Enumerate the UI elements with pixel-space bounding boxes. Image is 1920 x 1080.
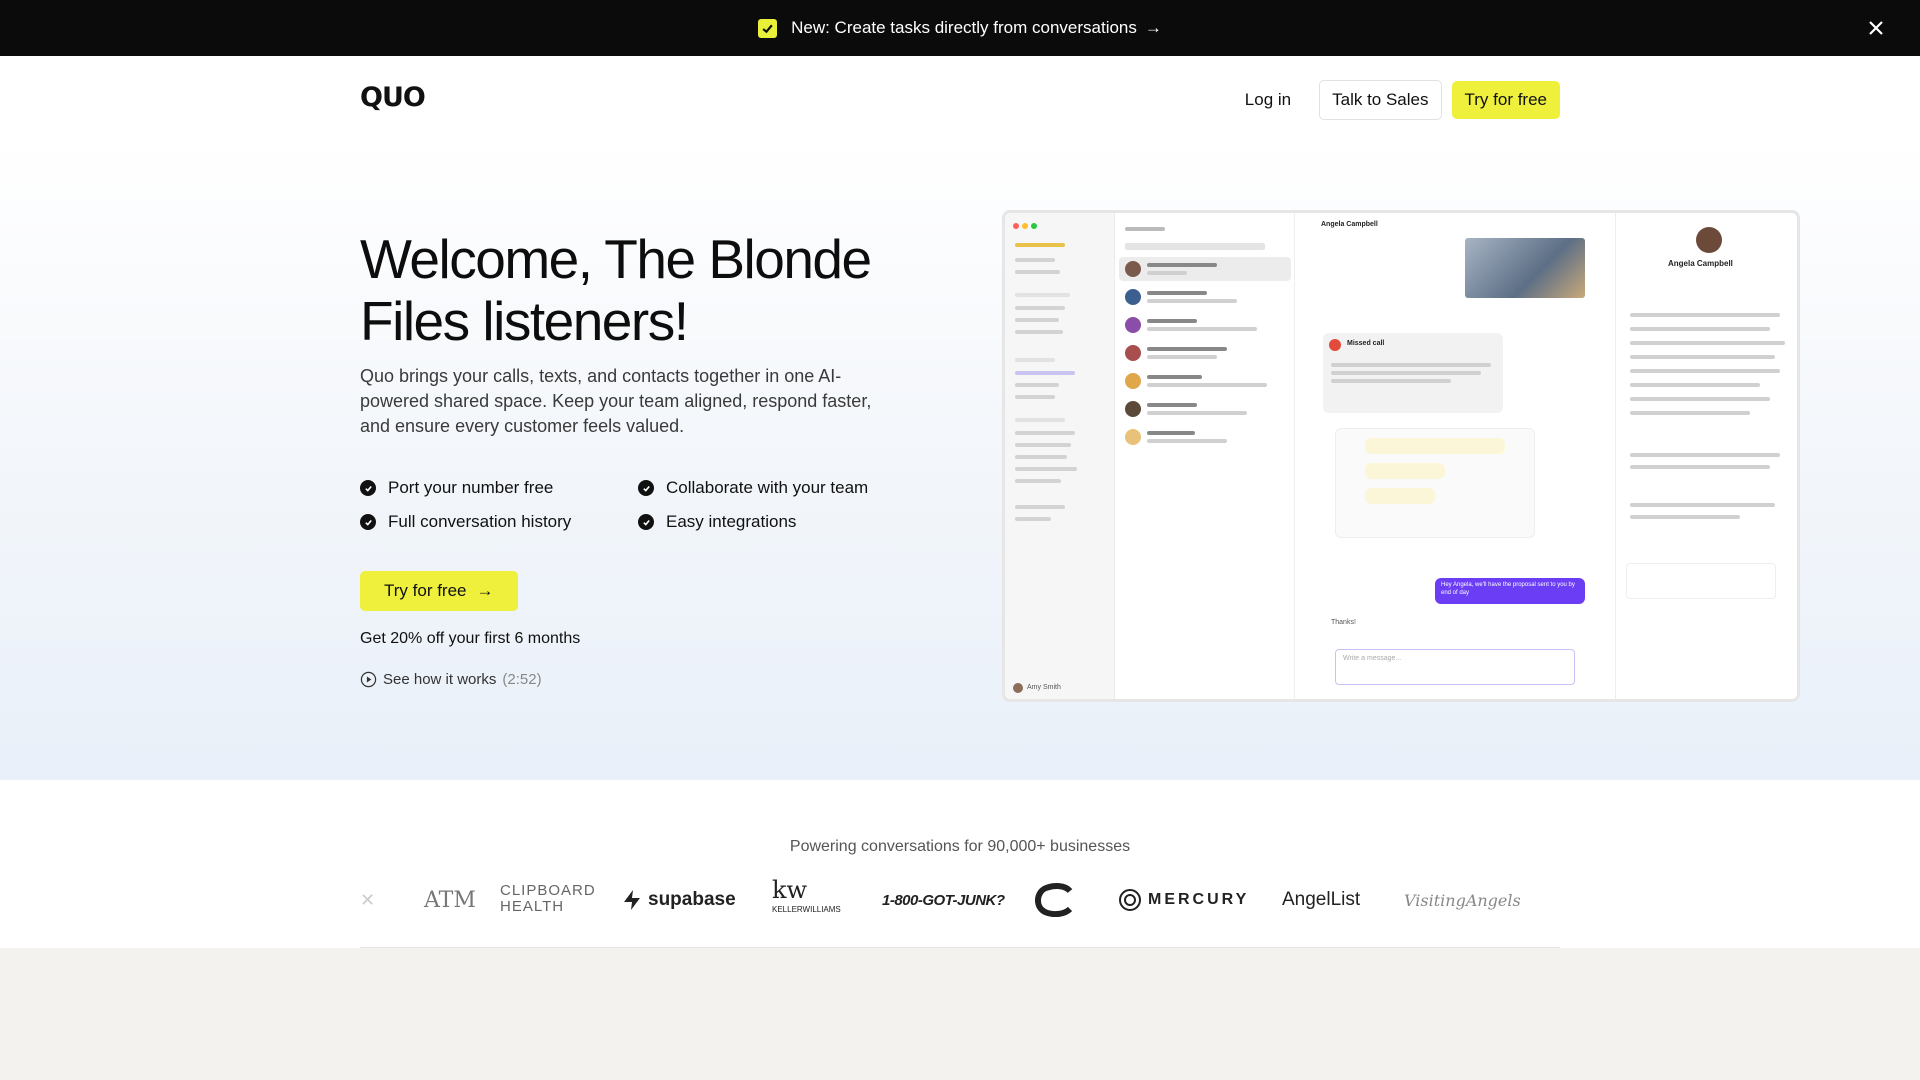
chicago-logo xyxy=(1032,880,1078,920)
mock-contact-profile: Angela Campbell xyxy=(1615,213,1797,699)
mock-reply: Thanks! xyxy=(1331,619,1356,626)
check-circle-icon xyxy=(638,480,654,496)
kw-mark: kw xyxy=(772,876,808,904)
angellist-logo: AngelList xyxy=(1282,889,1361,910)
checkbox-icon xyxy=(758,18,778,38)
visiting-angels-logo: VisitingAngels xyxy=(1404,890,1521,910)
try-free-header-button[interactable]: Try for free xyxy=(1451,81,1560,119)
check-circle-icon xyxy=(360,514,376,530)
mock-chat-thread: Angela Campbell Missed call Hey Angela, … xyxy=(1295,213,1615,699)
arrow-right-icon: → xyxy=(1144,18,1162,37)
supabase-logo: supabase xyxy=(622,880,736,920)
feature-item: Full conversation history xyxy=(360,512,638,532)
header-nav: Log in Talk to Sales Try for free xyxy=(1231,80,1560,120)
login-link[interactable]: Log in xyxy=(1231,81,1305,119)
keller-williams-logo: kw KELLERWILLIAMS xyxy=(772,876,841,920)
hero-title: Welcome, The Blonde Files listeners! xyxy=(360,228,872,352)
arrow-right-icon: → xyxy=(476,581,494,600)
supabase-word: supabase xyxy=(648,889,736,910)
mock-user-name: Amy Smith xyxy=(1027,684,1061,691)
talk-to-sales-button[interactable]: Talk to Sales xyxy=(1319,80,1442,120)
mock-conversation-list xyxy=(1115,213,1295,699)
feature-item: Easy integrations xyxy=(638,512,898,532)
page-bottom xyxy=(0,948,1920,1080)
mercury-word: MERCURY xyxy=(1148,891,1250,908)
see-how-label: See how it works xyxy=(383,671,497,688)
video-duration: (2:52) xyxy=(502,671,542,688)
feature-label: Collaborate with your team xyxy=(666,478,869,497)
close-icon[interactable] xyxy=(1864,16,1888,40)
hero-subtitle: Quo brings your calls, texts, and contac… xyxy=(360,366,872,436)
mock-sidebar: Amy Smith xyxy=(1005,213,1115,699)
announcement-bar[interactable]: New: Create tasks directly from conversa… xyxy=(0,0,1920,56)
announcement-text[interactable]: New: Create tasks directly from conversa… xyxy=(791,18,1137,38)
mock-message-input: Write a message... xyxy=(1343,655,1402,662)
customer-logos-section: Powering conversations for 90,000+ busin… xyxy=(0,780,1920,948)
feature-label: Full conversation history xyxy=(388,512,572,531)
feature-list: Port your number free Collaborate with y… xyxy=(360,478,920,532)
clipboard-word: CLIPBOARD xyxy=(500,882,596,899)
mercury-logo: MERCURY xyxy=(1118,880,1249,920)
feature-label: Easy integrations xyxy=(666,512,797,531)
kw-word: KELLERWILLIAMS xyxy=(772,905,841,914)
mercury-mark-icon xyxy=(1119,889,1141,911)
mock-contact-name: Angela Campbell xyxy=(1668,259,1733,268)
mock-outgoing-message: Hey Angela, we'll have the proposal sent… xyxy=(1441,582,1575,596)
got-junk-logo: 1-800-GOT-JUNK? xyxy=(882,891,1005,909)
faded-logo: ✕ xyxy=(360,889,376,910)
clipboard-health-logo: CLIPBOARD HEALTH xyxy=(500,883,596,915)
cta-label: Try for free xyxy=(384,581,467,600)
feature-label: Port your number free xyxy=(388,478,554,497)
feature-item: Collaborate with your team xyxy=(638,478,898,498)
check-circle-icon xyxy=(638,514,654,530)
mock-chat-header: Angela Campbell xyxy=(1321,221,1378,228)
texas-am-logo: ATM xyxy=(424,887,476,913)
site-header: QUO Log in Talk to Sales Try for free xyxy=(0,56,1920,140)
discount-text: Get 20% off your first 6 months xyxy=(360,630,581,647)
supabase-bolt-icon xyxy=(624,890,640,910)
feature-item: Port your number free xyxy=(360,478,638,498)
logo-row: ✕ ATM CLIPBOARD HEALTH supabase kw KELLE… xyxy=(360,876,1560,940)
c-mark-icon xyxy=(1035,883,1073,917)
play-circle-icon xyxy=(360,671,377,688)
try-free-cta-button[interactable]: Try for free → xyxy=(360,571,518,611)
hero-section: Welcome, The Blonde Files listeners! Quo… xyxy=(0,140,1920,780)
powering-heading: Powering conversations for 90,000+ busin… xyxy=(789,838,1131,855)
see-how-it-works-link[interactable]: See how it works (2:52) xyxy=(360,671,542,688)
mock-missed-call: Missed call xyxy=(1347,340,1385,347)
check-circle-icon xyxy=(360,480,376,496)
quo-logo[interactable]: QUO xyxy=(360,82,426,113)
app-screenshot: Amy Smith Angela Campbell Missed call He… xyxy=(1002,210,1800,702)
health-word: HEALTH xyxy=(500,898,565,915)
